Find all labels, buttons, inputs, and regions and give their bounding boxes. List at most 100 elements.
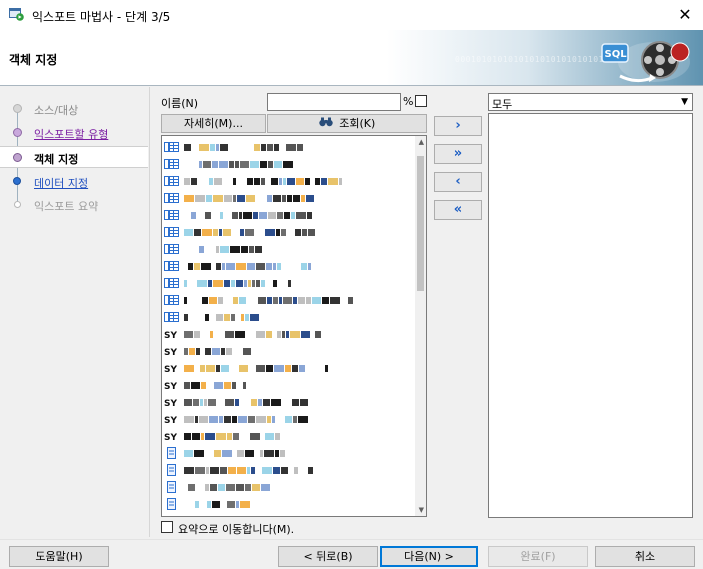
list-item[interactable]	[164, 258, 414, 274]
window-title: 익스포트 마법사 - 단계 3/5	[32, 10, 171, 24]
sql-badge-text: SQL	[605, 49, 628, 60]
table-icon	[164, 141, 179, 153]
step-specify-objects: 객체 지정	[0, 146, 148, 168]
scroll-down-icon[interactable]: ▼	[419, 506, 424, 514]
chevron-down-icon[interactable]: ▼	[681, 97, 688, 107]
table-icon	[164, 277, 179, 289]
list-item[interactable]	[164, 224, 414, 240]
list-item[interactable]: SY	[164, 377, 414, 393]
name-label: 이름(N)	[161, 97, 199, 110]
svg-text:SY: SY	[164, 399, 177, 408]
name-filter-input[interactable]	[267, 93, 401, 111]
redacted-object-name	[184, 465, 314, 475]
search-button[interactable]: 조회(K)	[267, 114, 427, 133]
list-item[interactable]	[164, 479, 414, 495]
list-item[interactable]: SY	[164, 326, 414, 342]
table-icon	[164, 311, 179, 323]
list-item[interactable]: SY	[164, 394, 414, 410]
selected-filter-select[interactable]: 모두 ▼	[488, 93, 693, 111]
list-item[interactable]	[164, 156, 414, 172]
list-item[interactable]	[164, 241, 414, 257]
step-label[interactable]: 익스포트할 유형	[34, 126, 108, 142]
binoculars-icon	[319, 115, 333, 132]
svg-text:SY: SY	[164, 365, 177, 374]
table-icon	[164, 209, 179, 221]
redacted-object-name	[184, 176, 343, 186]
step-export-type[interactable]: 익스포트할 유형	[0, 122, 148, 144]
step-export-summary: 익스포트 요약	[0, 194, 148, 216]
page-heading: 객체 지정	[9, 53, 58, 67]
procedure-icon	[164, 481, 179, 493]
redacted-object-name	[184, 142, 304, 152]
list-item[interactable]	[164, 292, 414, 308]
scroll-thumb[interactable]	[417, 156, 424, 291]
redacted-object-name	[184, 346, 252, 356]
list-item[interactable]: SY	[164, 343, 414, 359]
go-to-summary-label[interactable]: 요약으로 이동합니다(M).	[178, 521, 294, 537]
table-icon	[164, 294, 179, 306]
list-item[interactable]	[164, 207, 414, 223]
step-specify-data[interactable]: 데이터 지정	[0, 171, 148, 193]
redacted-object-name	[184, 244, 263, 254]
wildcard-checkbox[interactable]	[415, 95, 427, 107]
redacted-object-name	[184, 261, 312, 271]
available-objects-list[interactable]: SY SY SY SY SY SY SY ▲ ▼	[161, 135, 427, 517]
step-visited-icon	[13, 128, 22, 137]
svg-text:SY: SY	[164, 331, 177, 340]
table-icon	[164, 226, 179, 238]
step-future-icon	[14, 201, 21, 208]
help-button[interactable]: 도움말(H)	[9, 546, 109, 567]
next-button[interactable]: 다음(N) >	[380, 546, 478, 567]
search-button-label: 조회(K)	[339, 117, 376, 130]
svg-text:SY: SY	[164, 433, 177, 442]
list-scrollbar[interactable]: ▲ ▼	[415, 136, 426, 516]
procedure-icon	[164, 464, 179, 476]
cancel-button[interactable]: 취소	[595, 546, 695, 567]
step-label[interactable]: 데이터 지정	[34, 175, 88, 191]
step-current-icon	[13, 153, 22, 162]
step-label: 소스/대상	[34, 104, 79, 117]
redacted-object-name	[184, 380, 258, 390]
wizard-banner: 객체 지정 0001010101010101010101010101 SQL	[0, 30, 703, 86]
move-all-button[interactable]: »	[434, 144, 482, 164]
redacted-object-name	[184, 210, 313, 220]
svg-text:SY: SY	[164, 416, 177, 425]
list-item[interactable]	[164, 190, 414, 206]
database-film-reel-icon: SQL	[601, 41, 690, 83]
list-item[interactable]	[164, 309, 414, 325]
redacted-object-name	[184, 414, 309, 424]
table-icon	[164, 158, 179, 170]
synonym-icon: SY	[164, 396, 179, 409]
step-source-target: 소스/대상	[0, 98, 148, 120]
close-icon[interactable]: ✕	[667, 0, 703, 30]
wizard-steps: 소스/대상 익스포트할 유형 객체 지정 데이터 지정 익스포트 요약	[0, 87, 148, 537]
selected-objects-list[interactable]	[488, 113, 693, 518]
list-item[interactable]	[164, 462, 414, 478]
step-done-icon	[13, 104, 22, 113]
back-button[interactable]: < 뒤로(B)	[278, 546, 378, 567]
list-item[interactable]	[164, 275, 414, 291]
move-selected-button[interactable]: ›	[434, 116, 482, 136]
list-item[interactable]: SY	[164, 428, 414, 444]
list-item[interactable]: SY	[164, 360, 414, 376]
remove-all-button[interactable]: «	[434, 200, 482, 220]
synonym-icon: SY	[164, 345, 179, 358]
footer-divider	[0, 539, 703, 540]
remove-selected-button[interactable]: ‹	[434, 172, 482, 192]
scroll-up-icon[interactable]: ▲	[419, 138, 424, 146]
redacted-object-name	[184, 482, 275, 492]
step-label: 객체 지정	[34, 153, 79, 166]
redacted-object-name	[184, 193, 315, 203]
list-item[interactable]	[164, 139, 414, 155]
redacted-object-name	[184, 499, 260, 509]
procedure-icon	[164, 447, 179, 459]
list-item[interactable]: SY	[164, 411, 414, 427]
table-icon	[164, 243, 179, 255]
synonym-icon: SY	[164, 379, 179, 392]
list-item[interactable]	[164, 173, 414, 189]
list-item[interactable]	[164, 445, 414, 461]
go-to-summary-checkbox[interactable]	[161, 521, 173, 533]
list-item[interactable]	[164, 496, 414, 512]
selected-filter-value: 모두	[492, 98, 513, 111]
detail-button[interactable]: 자세히(M)...	[161, 114, 266, 133]
